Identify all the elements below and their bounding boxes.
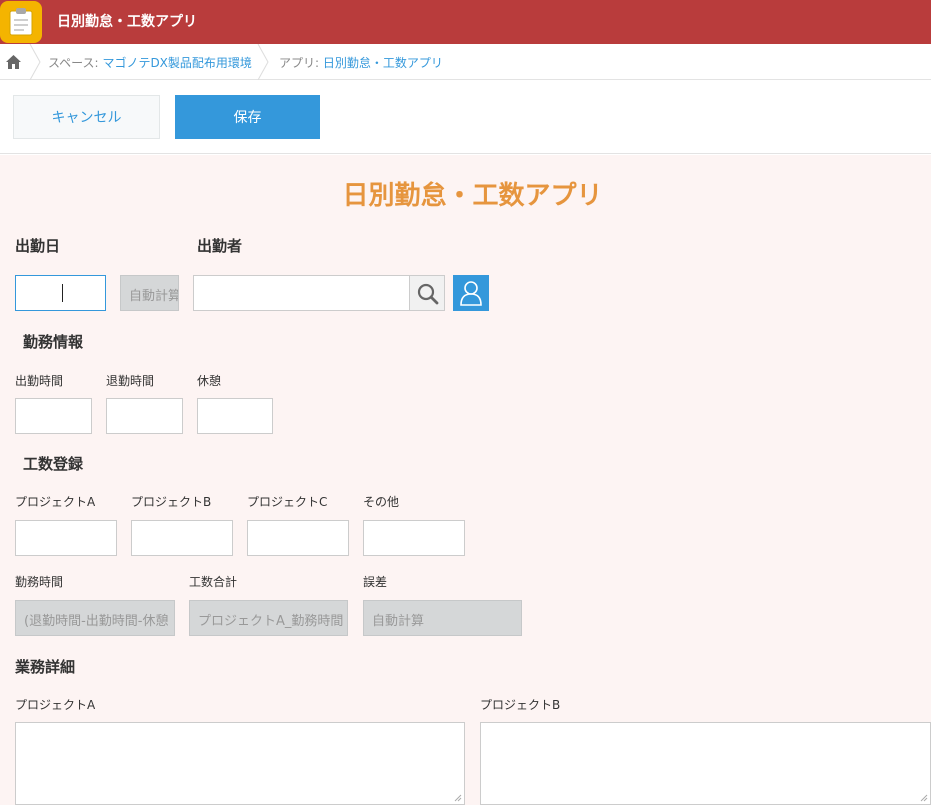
project-c-label: プロジェクトC <box>247 495 328 509</box>
form-title: 日別勤怠・工数アプリ <box>342 181 603 211</box>
work-hours-field: (退勤時間-出勤時間-休憩 <box>15 600 175 636</box>
save-button[interactable]: 保存 <box>175 95 320 139</box>
breadcrumb-separator-icon <box>29 44 41 80</box>
breadcrumb-space-prefix: スペース: <box>48 56 99 70</box>
worker-label: 出勤者 <box>197 237 243 255</box>
breadcrumb-app[interactable]: アプリ: 日別勤怠・工数アプリ <box>279 54 443 71</box>
project-a-input[interactable] <box>15 520 117 556</box>
break-input[interactable] <box>197 398 273 434</box>
date-input[interactable] <box>15 275 106 311</box>
text-caret <box>62 284 63 302</box>
date-label: 出勤日 <box>15 237 61 255</box>
total-label: 工数合計 <box>189 575 238 589</box>
home-icon[interactable] <box>6 55 21 72</box>
detail-a-label: プロジェクトA <box>15 698 96 712</box>
breadcrumb-space[interactable]: スペース: マゴノテDX製品配布用環境 <box>48 54 252 71</box>
section-hours: 工数登録 <box>23 455 84 473</box>
clipboard-icon[interactable] <box>0 1 42 43</box>
section-work-info: 勤務情報 <box>23 333 84 351</box>
user-select-button[interactable] <box>453 275 489 311</box>
start-time-input[interactable] <box>15 398 92 434</box>
breadcrumb-app-link[interactable]: 日別勤怠・工数アプリ <box>323 56 443 70</box>
record-form: 日別勤怠・工数アプリ 出勤日 出勤者 自動計算 勤務情報 出勤時間 退勤時間 休… <box>0 155 931 805</box>
app-title: 日別勤怠・工数アプリ <box>57 14 197 30</box>
app-header: 日別勤怠・工数アプリ <box>0 0 931 44</box>
cancel-button[interactable]: キャンセル <box>13 95 160 139</box>
breadcrumb: スペース: マゴノテDX製品配布用環境 アプリ: 日別勤怠・工数アプリ <box>0 44 931 80</box>
toolbar: キャンセル 保存 <box>0 80 931 154</box>
detail-a-textarea[interactable] <box>15 722 465 805</box>
section-detail: 業務詳細 <box>15 658 76 676</box>
project-a-label: プロジェクトA <box>15 495 96 509</box>
start-time-label: 出勤時間 <box>15 374 64 388</box>
date-auto-field: 自動計算 <box>120 275 179 311</box>
other-label: その他 <box>363 495 400 509</box>
search-icon <box>417 283 439 305</box>
work-hours-label: 勤務時間 <box>15 575 64 589</box>
diff-label: 誤差 <box>363 575 388 589</box>
diff-field: 自動計算 <box>363 600 522 636</box>
end-time-input[interactable] <box>106 398 183 434</box>
end-time-label: 退勤時間 <box>106 374 155 388</box>
other-input[interactable] <box>363 520 465 556</box>
project-b-label: プロジェクトB <box>131 495 212 509</box>
project-c-input[interactable] <box>247 520 349 556</box>
breadcrumb-app-prefix: アプリ: <box>279 56 320 70</box>
break-label: 休憩 <box>197 374 222 388</box>
detail-b-label: プロジェクトB <box>480 698 561 712</box>
breadcrumb-separator-icon <box>257 44 269 80</box>
detail-b-textarea[interactable] <box>480 722 931 805</box>
total-field: プロジェクトA_勤務時間 <box>189 600 348 636</box>
project-b-input[interactable] <box>131 520 233 556</box>
breadcrumb-space-link[interactable]: マゴノテDX製品配布用環境 <box>102 56 251 70</box>
resize-handle-icon[interactable] <box>454 794 462 802</box>
user-icon <box>460 281 482 306</box>
worker-input[interactable] <box>193 275 410 311</box>
resize-handle-icon[interactable] <box>920 794 928 802</box>
search-button[interactable] <box>409 275 445 311</box>
